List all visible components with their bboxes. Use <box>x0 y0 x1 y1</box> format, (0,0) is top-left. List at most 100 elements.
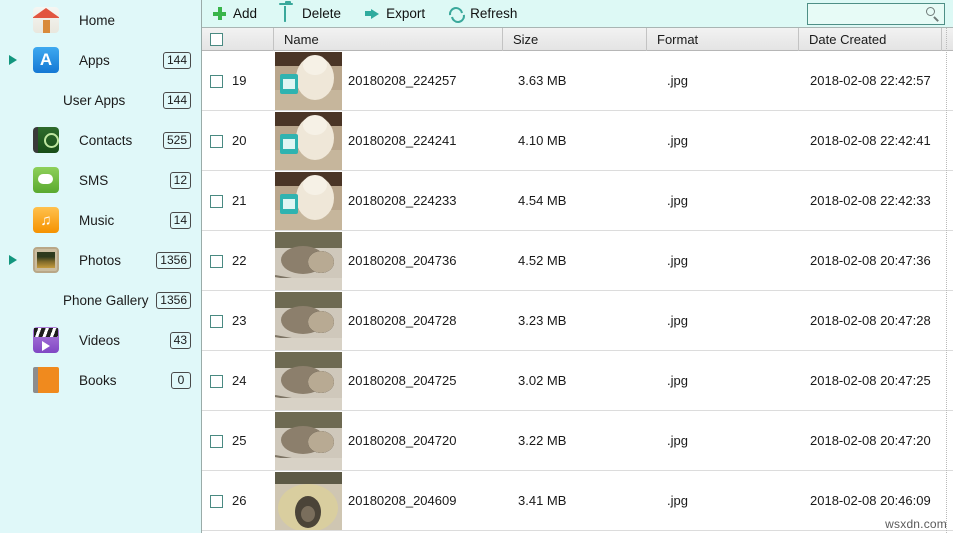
row-index: 23 <box>232 313 247 328</box>
row-checkbox[interactable] <box>210 375 223 388</box>
sidebar-item-books[interactable]: Books 0 <box>0 360 201 400</box>
expand-triangle-icon[interactable] <box>6 40 20 80</box>
cell-size: 3.02 MB <box>518 373 567 388</box>
watermark: wsxdn.com <box>885 517 947 531</box>
cell-format: .jpg <box>667 193 688 208</box>
row-thumbnail[interactable] <box>275 472 342 530</box>
cell-name: 20180208_204609 <box>348 493 457 508</box>
row-checkbox[interactable] <box>210 135 223 148</box>
table-row[interactable]: 26 20180208_204609 3.41 MB .jpg 2018-02-08 2… <box>202 471 953 531</box>
sidebar: Home Apps 144 User Apps 144 Contacts 525 SMS 12 M… <box>0 0 202 533</box>
row-thumbnail[interactable] <box>275 232 342 290</box>
cell-date: 2018-02-08 22:42:57 <box>810 73 931 88</box>
row-checkbox[interactable] <box>210 495 223 508</box>
sidebar-item-apps[interactable]: Apps 144 <box>0 40 201 80</box>
export-button-label: Export <box>386 6 426 21</box>
add-button[interactable]: Add <box>212 1 257 27</box>
sidebar-item-label: SMS <box>79 172 109 188</box>
refresh-button-label: Refresh <box>470 6 518 21</box>
table-row[interactable]: 21 20180208_224233 4.54 MB .jpg 2018-02-08 2… <box>202 171 953 231</box>
row-index: 22 <box>232 253 247 268</box>
contacts-icon <box>33 127 59 153</box>
sidebar-item-count: 0 <box>171 371 191 389</box>
trash-icon <box>281 6 296 22</box>
column-header-check[interactable] <box>202 28 274 51</box>
row-checkbox[interactable] <box>210 435 223 448</box>
sidebar-item-label: Photos <box>79 252 122 268</box>
column-header-date[interactable]: Date Created <box>799 28 942 51</box>
column-header-size[interactable]: Size <box>503 28 647 51</box>
cell-format: .jpg <box>667 493 688 508</box>
sidebar-item-count: 12 <box>169 171 191 189</box>
sidebar-item-phone-gallery[interactable]: Phone Gallery 1356 <box>0 280 201 320</box>
search-icon[interactable] <box>925 6 941 22</box>
toolbar: Add Delete Export Refresh <box>202 0 953 28</box>
column-header-format[interactable]: Format <box>647 28 799 51</box>
row-thumbnail[interactable] <box>275 112 342 170</box>
column-header-name[interactable]: Name <box>274 28 503 51</box>
sidebar-item-sms[interactable]: SMS 12 <box>0 160 201 200</box>
sidebar-item-label: Apps <box>79 52 110 68</box>
sidebar-item-label: Videos <box>79 332 121 348</box>
table-row[interactable]: 22 20180208_204736 4.52 MB .jpg 2018-02-08 2… <box>202 231 953 291</box>
search-box[interactable] <box>807 3 945 25</box>
sidebar-item-label: Contacts <box>79 132 133 148</box>
cell-name: 20180208_204725 <box>348 373 457 388</box>
plus-icon <box>212 6 227 21</box>
table-row[interactable]: 25 20180208_204720 3.22 MB .jpg 2018-02-08 2… <box>202 411 953 471</box>
refresh-icon <box>449 6 464 21</box>
sidebar-item-home[interactable]: Home <box>0 0 201 40</box>
phone-manager-window: Home Apps 144 User Apps 144 Contacts 525 SMS 12 M… <box>0 0 953 533</box>
expand-triangle-icon[interactable] <box>6 240 20 280</box>
row-index: 26 <box>232 493 247 508</box>
export-button[interactable]: Export <box>365 1 425 27</box>
row-checkbox[interactable] <box>210 195 223 208</box>
cell-name: 20180208_224233 <box>348 193 457 208</box>
cell-date: 2018-02-08 20:47:28 <box>810 313 931 328</box>
file-table-body[interactable]: 19 20180208_224257 3.63 MB .jpg 2018-02-08 2… <box>202 51 953 533</box>
sidebar-item-count: 14 <box>169 211 191 229</box>
cell-date: 2018-02-08 20:47:25 <box>810 373 931 388</box>
sidebar-item-user-apps[interactable]: User Apps 144 <box>0 80 201 120</box>
cell-date: 2018-02-08 20:47:20 <box>810 433 931 448</box>
cell-size: 4.52 MB <box>518 253 567 268</box>
videos-icon <box>33 327 59 353</box>
cell-size: 4.10 MB <box>518 133 567 148</box>
sidebar-item-label: Home <box>79 12 116 28</box>
sidebar-item-videos[interactable]: Videos 43 <box>0 320 201 360</box>
table-row[interactable]: 20 20180208_224241 4.10 MB .jpg 2018-02-08 2… <box>202 111 953 171</box>
row-thumbnail[interactable] <box>275 292 342 350</box>
sidebar-item-label: User Apps <box>63 92 126 108</box>
row-thumbnail[interactable] <box>275 352 342 410</box>
cell-size: 4.54 MB <box>518 193 567 208</box>
sidebar-item-music[interactable]: Music 14 <box>0 200 201 240</box>
sidebar-item-contacts[interactable]: Contacts 525 <box>0 120 201 160</box>
table-row[interactable]: 23 20180208_204728 3.23 MB .jpg 2018-02-08 2… <box>202 291 953 351</box>
row-checkbox[interactable] <box>210 75 223 88</box>
delete-button[interactable]: Delete <box>281 1 341 27</box>
row-index: 21 <box>232 193 247 208</box>
cell-date: 2018-02-08 20:47:36 <box>810 253 931 268</box>
cell-format: .jpg <box>667 433 688 448</box>
cell-name: 20180208_224241 <box>348 133 457 148</box>
row-index: 19 <box>232 73 247 88</box>
table-row[interactable]: 19 20180208_224257 3.63 MB .jpg 2018-02-08 2… <box>202 51 953 111</box>
sidebar-item-label: Books <box>79 372 117 388</box>
refresh-button[interactable]: Refresh <box>449 1 517 27</box>
sidebar-item-count: 1356 <box>156 291 191 309</box>
cell-format: .jpg <box>667 373 688 388</box>
photos-icon <box>33 247 59 273</box>
sidebar-item-photos[interactable]: Photos 1356 <box>0 240 201 280</box>
sms-icon <box>33 167 59 193</box>
home-icon <box>33 7 59 33</box>
cell-format: .jpg <box>667 133 688 148</box>
row-thumbnail[interactable] <box>275 172 342 230</box>
row-thumbnail[interactable] <box>275 52 342 110</box>
cell-format: .jpg <box>667 313 688 328</box>
row-thumbnail[interactable] <box>275 412 342 470</box>
row-checkbox[interactable] <box>210 255 223 268</box>
table-row[interactable]: 24 20180208_204725 3.02 MB .jpg 2018-02-08 2… <box>202 351 953 411</box>
sidebar-item-count: 1356 <box>156 251 191 269</box>
search-input[interactable] <box>808 4 944 24</box>
row-checkbox[interactable] <box>210 315 223 328</box>
